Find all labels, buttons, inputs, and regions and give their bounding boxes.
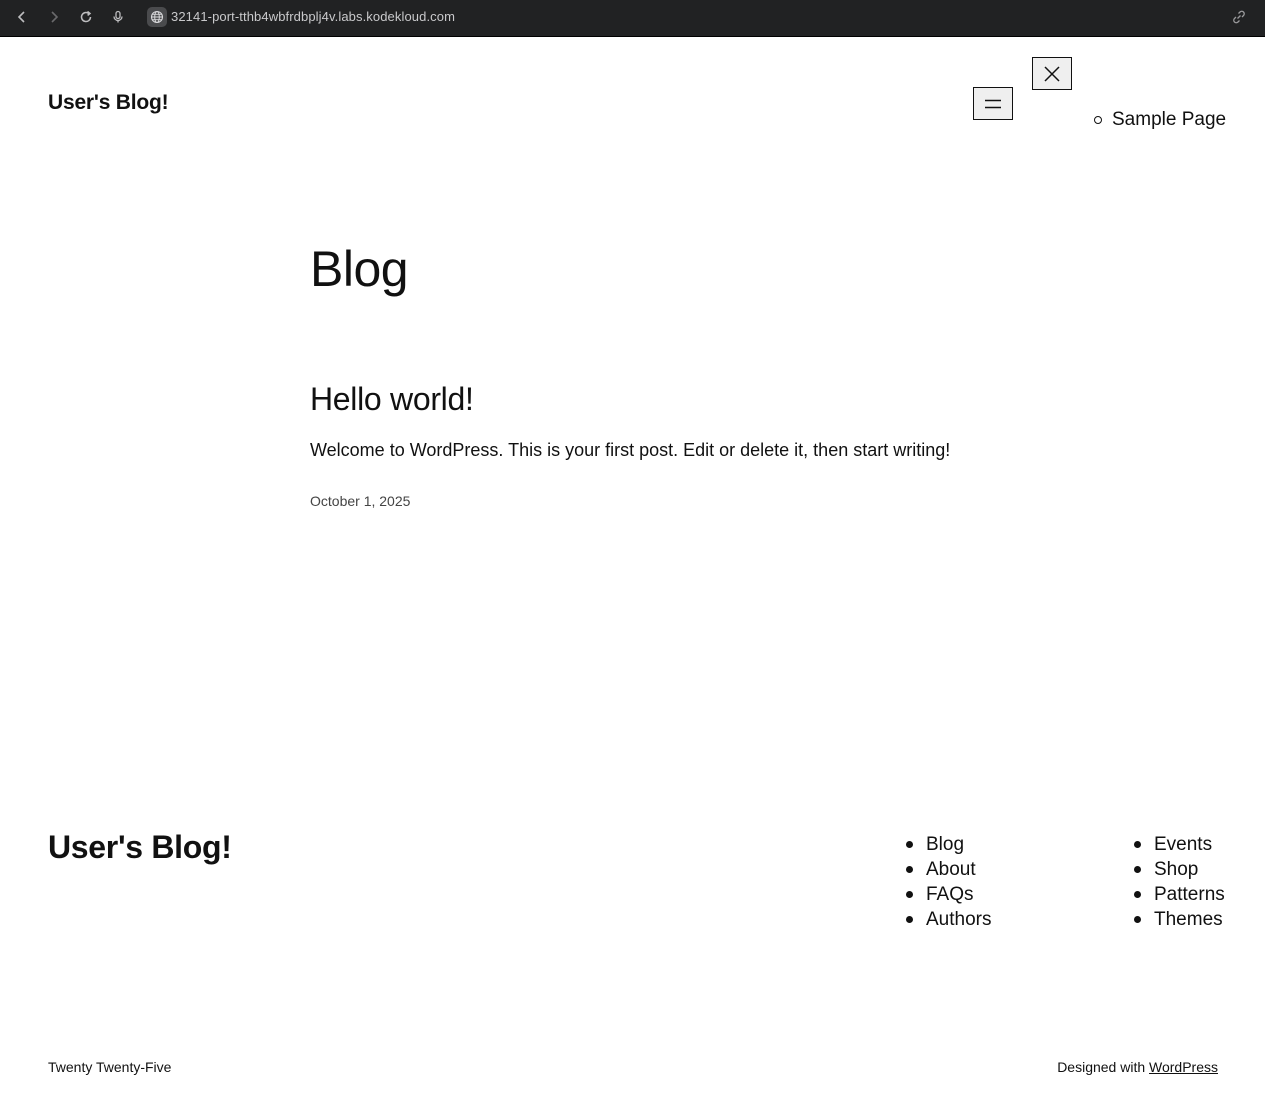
post-excerpt: Welcome to WordPress. This is your first…: [310, 440, 951, 460]
bullet-icon: [1134, 841, 1141, 848]
footer-nav-item[interactable]: Authors: [906, 907, 991, 932]
footer-nav-item[interactable]: Blog: [906, 832, 991, 857]
footer-nav-item[interactable]: Themes: [1134, 907, 1225, 932]
footer-site-title[interactable]: User's Blog!: [48, 829, 232, 866]
bullet-icon: [906, 891, 913, 898]
post-date[interactable]: October 1, 2025: [310, 493, 410, 509]
footer-nav-label[interactable]: Authors: [926, 909, 991, 931]
designed-with-text: Designed with: [1057, 1059, 1150, 1075]
bullet-icon: [906, 916, 913, 923]
footer-nav-item[interactable]: Events: [1134, 832, 1225, 857]
circle-bullet-icon: [1094, 116, 1102, 124]
post-title[interactable]: Hello world!: [310, 381, 474, 418]
nav-item-sample-page[interactable]: Sample Page: [1094, 109, 1226, 131]
bullet-icon: [1134, 891, 1141, 898]
globe-icon: [147, 7, 167, 27]
page-title: Blog: [310, 241, 409, 297]
footer-nav-label[interactable]: Shop: [1154, 859, 1198, 881]
footer-nav-column-1: Blog About FAQs Authors: [906, 832, 991, 932]
footer-nav-label[interactable]: Events: [1154, 834, 1212, 856]
footer-nav-item[interactable]: FAQs: [906, 882, 991, 907]
footer-nav-label[interactable]: Blog: [926, 834, 964, 856]
footer-nav-item[interactable]: About: [906, 857, 991, 882]
designed-with: Designed with WordPress: [1057, 1059, 1218, 1075]
footer-nav-label[interactable]: About: [926, 859, 976, 881]
footer-nav-label[interactable]: FAQs: [926, 884, 974, 906]
hamburger-icon: [985, 99, 1001, 108]
header-nav: Sample Page: [1094, 109, 1226, 131]
footer-nav-column-2: Events Shop Patterns Themes: [1134, 832, 1225, 932]
bullet-icon: [1134, 866, 1141, 873]
forward-icon[interactable]: [44, 7, 64, 27]
footer-nav-item[interactable]: Shop: [1134, 857, 1225, 882]
bullet-icon: [906, 841, 913, 848]
back-icon[interactable]: [12, 7, 32, 27]
microphone-icon[interactable]: [108, 7, 128, 27]
wordpress-link[interactable]: WordPress: [1149, 1059, 1218, 1075]
footer-nav-item[interactable]: Patterns: [1134, 882, 1225, 907]
footer-nav-label[interactable]: Themes: [1154, 909, 1223, 931]
reload-icon[interactable]: [76, 7, 96, 27]
site-title[interactable]: User's Blog!: [48, 91, 169, 115]
bullet-icon: [906, 866, 913, 873]
open-menu-button[interactable]: [973, 87, 1013, 120]
nav-item-label[interactable]: Sample Page: [1112, 109, 1226, 131]
address-bar[interactable]: 32141-port-tthb4wbfrdbplj4v.labs.kodeklo…: [171, 9, 455, 24]
close-icon: [1044, 65, 1060, 82]
theme-credit: Twenty Twenty-Five: [48, 1059, 172, 1075]
browser-toolbar: 32141-port-tthb4wbfrdbplj4v.labs.kodeklo…: [0, 0, 1265, 37]
close-menu-button[interactable]: [1032, 57, 1072, 90]
footer-nav-label[interactable]: Patterns: [1154, 884, 1225, 906]
link-icon[interactable]: [1231, 9, 1247, 25]
bullet-icon: [1134, 916, 1141, 923]
